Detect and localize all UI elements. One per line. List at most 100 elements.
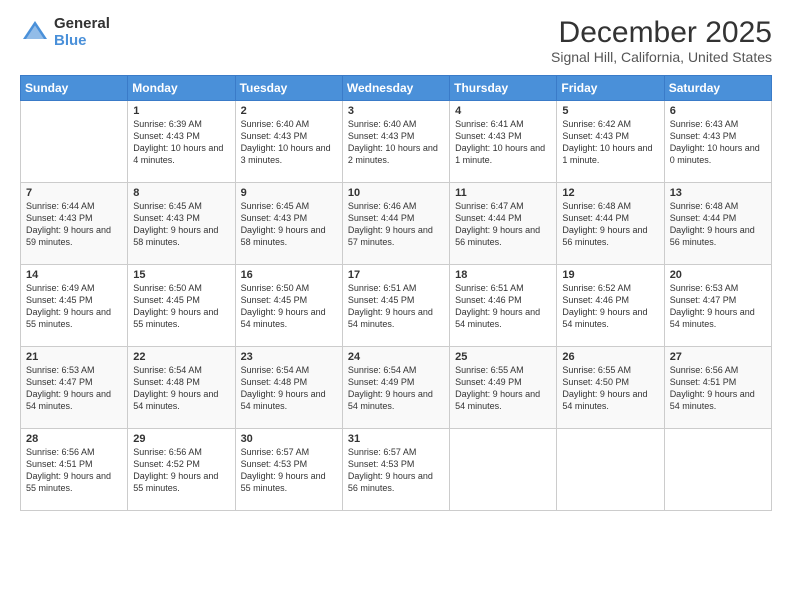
day-info: Sunrise: 6:52 AMSunset: 4:46 PMDaylight:… xyxy=(562,283,647,329)
day-info: Sunrise: 6:53 AMSunset: 4:47 PMDaylight:… xyxy=(26,365,111,411)
calendar-week-row: 21 Sunrise: 6:53 AMSunset: 4:47 PMDaylig… xyxy=(21,347,772,429)
page: General Blue December 2025 Signal Hill, … xyxy=(0,0,792,612)
logo-blue-label: Blue xyxy=(54,33,110,50)
day-number: 24 xyxy=(348,351,444,363)
day-info: Sunrise: 6:46 AMSunset: 4:44 PMDaylight:… xyxy=(348,201,433,247)
table-row: 13 Sunrise: 6:48 AMSunset: 4:44 PMDaylig… xyxy=(664,183,771,265)
day-info: Sunrise: 6:43 AMSunset: 4:43 PMDaylight:… xyxy=(670,119,760,165)
day-info: Sunrise: 6:50 AMSunset: 4:45 PMDaylight:… xyxy=(133,283,218,329)
table-row: 7 Sunrise: 6:44 AMSunset: 4:43 PMDayligh… xyxy=(21,183,128,265)
table-row: 27 Sunrise: 6:56 AMSunset: 4:51 PMDaylig… xyxy=(664,347,771,429)
subtitle: Signal Hill, California, United States xyxy=(551,49,772,65)
table-row: 11 Sunrise: 6:47 AMSunset: 4:44 PMDaylig… xyxy=(450,183,557,265)
day-number: 26 xyxy=(562,351,658,363)
day-info: Sunrise: 6:56 AMSunset: 4:51 PMDaylight:… xyxy=(26,447,111,493)
day-info: Sunrise: 6:53 AMSunset: 4:47 PMDaylight:… xyxy=(670,283,755,329)
table-row: 18 Sunrise: 6:51 AMSunset: 4:46 PMDaylig… xyxy=(450,265,557,347)
table-row: 17 Sunrise: 6:51 AMSunset: 4:45 PMDaylig… xyxy=(342,265,449,347)
calendar: Sunday Monday Tuesday Wednesday Thursday… xyxy=(20,75,772,511)
day-number: 12 xyxy=(562,187,658,199)
logo-general-label: General xyxy=(54,16,110,33)
table-row: 2 Sunrise: 6:40 AMSunset: 4:43 PMDayligh… xyxy=(235,101,342,183)
header-saturday: Saturday xyxy=(664,76,771,101)
logo-text: General Blue xyxy=(54,16,110,49)
table-row: 6 Sunrise: 6:43 AMSunset: 4:43 PMDayligh… xyxy=(664,101,771,183)
day-info: Sunrise: 6:51 AMSunset: 4:45 PMDaylight:… xyxy=(348,283,433,329)
day-number: 9 xyxy=(241,187,337,199)
day-number: 25 xyxy=(455,351,551,363)
table-row: 5 Sunrise: 6:42 AMSunset: 4:43 PMDayligh… xyxy=(557,101,664,183)
day-number: 21 xyxy=(26,351,122,363)
day-info: Sunrise: 6:54 AMSunset: 4:48 PMDaylight:… xyxy=(241,365,326,411)
day-number: 27 xyxy=(670,351,766,363)
calendar-week-row: 28 Sunrise: 6:56 AMSunset: 4:51 PMDaylig… xyxy=(21,429,772,511)
day-number: 8 xyxy=(133,187,229,199)
day-info: Sunrise: 6:54 AMSunset: 4:48 PMDaylight:… xyxy=(133,365,218,411)
table-row: 31 Sunrise: 6:57 AMSunset: 4:53 PMDaylig… xyxy=(342,429,449,511)
day-info: Sunrise: 6:42 AMSunset: 4:43 PMDaylight:… xyxy=(562,119,652,165)
table-row: 20 Sunrise: 6:53 AMSunset: 4:47 PMDaylig… xyxy=(664,265,771,347)
day-info: Sunrise: 6:54 AMSunset: 4:49 PMDaylight:… xyxy=(348,365,433,411)
day-number: 31 xyxy=(348,433,444,445)
day-info: Sunrise: 6:44 AMSunset: 4:43 PMDaylight:… xyxy=(26,201,111,247)
day-info: Sunrise: 6:51 AMSunset: 4:46 PMDaylight:… xyxy=(455,283,540,329)
day-number: 11 xyxy=(455,187,551,199)
main-title: December 2025 xyxy=(551,16,772,49)
table-row: 14 Sunrise: 6:49 AMSunset: 4:45 PMDaylig… xyxy=(21,265,128,347)
calendar-week-row: 7 Sunrise: 6:44 AMSunset: 4:43 PMDayligh… xyxy=(21,183,772,265)
table-row: 8 Sunrise: 6:45 AMSunset: 4:43 PMDayligh… xyxy=(128,183,235,265)
table-row: 4 Sunrise: 6:41 AMSunset: 4:43 PMDayligh… xyxy=(450,101,557,183)
table-row: 9 Sunrise: 6:45 AMSunset: 4:43 PMDayligh… xyxy=(235,183,342,265)
header-tuesday: Tuesday xyxy=(235,76,342,101)
day-number: 3 xyxy=(348,105,444,117)
table-row: 23 Sunrise: 6:54 AMSunset: 4:48 PMDaylig… xyxy=(235,347,342,429)
header: General Blue December 2025 Signal Hill, … xyxy=(20,16,772,65)
table-row: 28 Sunrise: 6:56 AMSunset: 4:51 PMDaylig… xyxy=(21,429,128,511)
table-row: 25 Sunrise: 6:55 AMSunset: 4:49 PMDaylig… xyxy=(450,347,557,429)
day-info: Sunrise: 6:40 AMSunset: 4:43 PMDaylight:… xyxy=(241,119,331,165)
day-info: Sunrise: 6:40 AMSunset: 4:43 PMDaylight:… xyxy=(348,119,438,165)
day-info: Sunrise: 6:45 AMSunset: 4:43 PMDaylight:… xyxy=(241,201,326,247)
day-number: 5 xyxy=(562,105,658,117)
day-info: Sunrise: 6:56 AMSunset: 4:52 PMDaylight:… xyxy=(133,447,218,493)
day-number: 14 xyxy=(26,269,122,281)
table-row xyxy=(21,101,128,183)
header-thursday: Thursday xyxy=(450,76,557,101)
table-row xyxy=(557,429,664,511)
table-row: 21 Sunrise: 6:53 AMSunset: 4:47 PMDaylig… xyxy=(21,347,128,429)
day-number: 29 xyxy=(133,433,229,445)
day-info: Sunrise: 6:55 AMSunset: 4:50 PMDaylight:… xyxy=(562,365,647,411)
table-row: 3 Sunrise: 6:40 AMSunset: 4:43 PMDayligh… xyxy=(342,101,449,183)
day-number: 28 xyxy=(26,433,122,445)
day-number: 15 xyxy=(133,269,229,281)
day-number: 18 xyxy=(455,269,551,281)
day-info: Sunrise: 6:57 AMSunset: 4:53 PMDaylight:… xyxy=(348,447,433,493)
day-number: 10 xyxy=(348,187,444,199)
day-info: Sunrise: 6:41 AMSunset: 4:43 PMDaylight:… xyxy=(455,119,545,165)
table-row: 12 Sunrise: 6:48 AMSunset: 4:44 PMDaylig… xyxy=(557,183,664,265)
header-wednesday: Wednesday xyxy=(342,76,449,101)
table-row: 15 Sunrise: 6:50 AMSunset: 4:45 PMDaylig… xyxy=(128,265,235,347)
calendar-week-row: 14 Sunrise: 6:49 AMSunset: 4:45 PMDaylig… xyxy=(21,265,772,347)
day-number: 20 xyxy=(670,269,766,281)
day-info: Sunrise: 6:50 AMSunset: 4:45 PMDaylight:… xyxy=(241,283,326,329)
table-row: 29 Sunrise: 6:56 AMSunset: 4:52 PMDaylig… xyxy=(128,429,235,511)
table-row: 24 Sunrise: 6:54 AMSunset: 4:49 PMDaylig… xyxy=(342,347,449,429)
day-info: Sunrise: 6:57 AMSunset: 4:53 PMDaylight:… xyxy=(241,447,326,493)
table-row: 22 Sunrise: 6:54 AMSunset: 4:48 PMDaylig… xyxy=(128,347,235,429)
day-info: Sunrise: 6:47 AMSunset: 4:44 PMDaylight:… xyxy=(455,201,540,247)
header-monday: Monday xyxy=(128,76,235,101)
logo-icon xyxy=(20,18,50,48)
day-number: 4 xyxy=(455,105,551,117)
day-number: 1 xyxy=(133,105,229,117)
table-row: 19 Sunrise: 6:52 AMSunset: 4:46 PMDaylig… xyxy=(557,265,664,347)
header-sunday: Sunday xyxy=(21,76,128,101)
calendar-week-row: 1 Sunrise: 6:39 AMSunset: 4:43 PMDayligh… xyxy=(21,101,772,183)
day-number: 6 xyxy=(670,105,766,117)
weekday-header-row: Sunday Monday Tuesday Wednesday Thursday… xyxy=(21,76,772,101)
day-number: 23 xyxy=(241,351,337,363)
day-info: Sunrise: 6:45 AMSunset: 4:43 PMDaylight:… xyxy=(133,201,218,247)
day-info: Sunrise: 6:56 AMSunset: 4:51 PMDaylight:… xyxy=(670,365,755,411)
title-area: December 2025 Signal Hill, California, U… xyxy=(551,16,772,65)
header-friday: Friday xyxy=(557,76,664,101)
